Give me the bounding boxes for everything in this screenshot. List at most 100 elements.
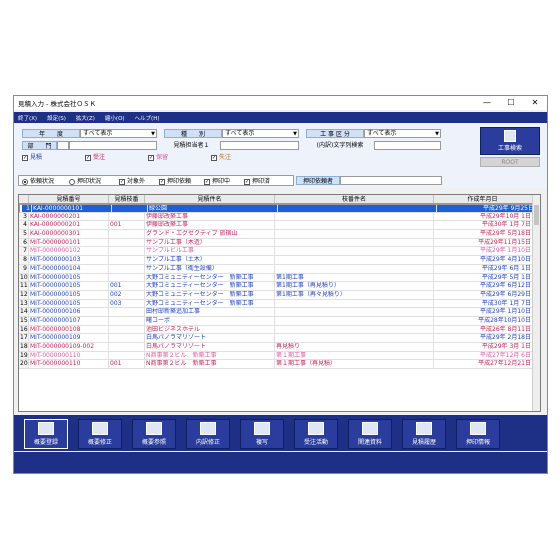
row-number: 8 [19, 256, 29, 264]
sales-activity-button[interactable]: 受注活動 [294, 419, 338, 449]
menu-zoom-out[interactable]: 縮小(O) [105, 114, 125, 122]
table-row[interactable]: 1 KAI-0000000101 緑公園 平成29年 9月25日 [19, 204, 538, 213]
cell-branch [109, 230, 145, 238]
cell-date: 平成26年 8月11日 [434, 325, 534, 334]
cell-branch [109, 316, 145, 325]
table-row[interactable]: 14 MIT-0000000106 田村邸新築追加工事 平成29年 1月10日 [19, 308, 534, 317]
cell-branch [109, 334, 145, 342]
dept-code-input[interactable] [57, 141, 69, 150]
stamp-info-button[interactable]: 押印情報 [456, 419, 500, 449]
table-row[interactable]: 12 MIT-0000000105 002 大野コミュニティーセンター 新築工事 第1期… [19, 290, 534, 300]
checkbox-icon: ✓ [159, 178, 165, 185]
table-row[interactable]: 8 MIT-0000000103 サンプル工事（土木） 平成29年 4月10日 [19, 256, 534, 265]
requester-input[interactable] [340, 176, 442, 185]
cell-branch-name: 再見積り [275, 343, 434, 351]
estimate-history-button[interactable]: 見積履歴 [402, 419, 446, 449]
breakdown-edit-button[interactable]: 内訳修正 [186, 419, 230, 449]
cell-branch [109, 264, 145, 273]
dept-name-input[interactable] [69, 141, 157, 150]
year-select[interactable]: すべて表示 ▼ [80, 129, 157, 138]
project-search-button[interactable]: 工事検索 [480, 127, 540, 155]
status-bar [14, 452, 547, 473]
check-order[interactable]: ✓ 受注 [85, 153, 105, 162]
cell-estimate-no: MIT-0000000107 [29, 316, 109, 325]
check-excluded[interactable]: ✓ 対象外 [119, 177, 145, 186]
check-stamped[interactable]: ✓ 押印済 [244, 177, 270, 186]
related-docs-button[interactable]: 関連資料 [348, 419, 392, 449]
table-row[interactable]: 3 KAI-0000000201 伊藤邸改築工事 平成29年10月 1日 [19, 212, 534, 222]
header-branch-name[interactable]: 枝番件名 [275, 195, 434, 203]
check-estimate[interactable]: ✓ 見積 [22, 153, 42, 162]
checkbox-icon: ✓ [211, 154, 217, 161]
check-hold[interactable]: ✓ 保留 [148, 153, 168, 162]
maximize-button[interactable]: ☐ [499, 96, 523, 110]
check-stamp-request[interactable]: ✓ 押印依頼 [159, 177, 191, 186]
radio-stamp-status[interactable]: 押印状況 [69, 177, 101, 186]
breakdown-icon [200, 422, 216, 435]
cell-name: 緑公園 [148, 205, 278, 212]
year-label: 年 度 [22, 129, 80, 138]
table-row[interactable]: 11 MIT-0000000105 001 大野コミュニティーセンター 新築工事 第1期… [19, 282, 534, 291]
row-number: 16 [19, 325, 29, 334]
close-button[interactable]: ✕ [523, 96, 547, 110]
menu-exit[interactable]: 終了(X) [18, 114, 37, 122]
checkbox-icon: ✓ [119, 178, 125, 185]
header-branch[interactable]: 見積枝番 [109, 195, 145, 203]
scroll-thumb[interactable] [534, 205, 539, 225]
table-row[interactable]: 10 MIT-0000000105 大野コミュニティーセンター 新築工事 第1期工事平… [19, 273, 534, 283]
type-label: 種 別 [164, 129, 222, 138]
table-row[interactable]: 19 MIT-0000000110 N商事第２ビル 新築工事 第１期工事 平成27年12… [19, 351, 534, 361]
cell-branch-name [275, 212, 434, 221]
cell-branch-name [275, 325, 434, 334]
cell-name: 田村邸新築追加工事 [145, 308, 275, 316]
cell-branch [109, 273, 145, 282]
table-row[interactable]: 18 MIT-0000000109-002 白馬パノラマリゾート 再見積り 平成29年 … [19, 343, 534, 352]
vertical-scrollbar[interactable] [532, 195, 540, 411]
table-row[interactable]: 6 MIT-0000000101 サンプル工事（木造） 平成29年11月15日 [19, 238, 534, 248]
header-estimate-no[interactable]: 見積番号 [29, 195, 109, 203]
table-row[interactable]: 17 MIT-0000000109 白馬パノラマリゾート 平成29年 2月18日 [19, 334, 534, 343]
checkbox-icon: ✓ [22, 154, 28, 161]
check-lost[interactable]: ✓ 失注 [211, 153, 231, 162]
cell-branch-name [275, 256, 434, 264]
menu-settings[interactable]: 設定(S) [47, 114, 66, 122]
row-number: 4 [19, 221, 29, 230]
table-row[interactable]: 7 MIT-0000000102 サンプルビル工事 平成29年 1月10日 [19, 247, 534, 257]
cell-estimate-no: KAI-0000000201 [29, 221, 109, 230]
row-number: 6 [19, 238, 29, 247]
cell-branch-name [275, 230, 434, 238]
dept-label: 部 門 [22, 141, 57, 150]
cell-date: 平成29年 6月 1日 [434, 264, 534, 273]
cell-branch [109, 212, 145, 221]
table-row[interactable]: 15 MIT-0000000107 曙コーポ 平成28年10月10日 [19, 316, 534, 326]
estimator-input[interactable] [220, 141, 299, 150]
inner-search-input[interactable] [374, 141, 441, 150]
search-icon [504, 130, 516, 142]
menu-zoom-in[interactable]: 拡大(Z) [76, 114, 95, 122]
cell-name: 曙コーポ [145, 316, 275, 325]
table-row[interactable]: 4 KAI-0000000201 001 伊藤邸改築工事 平成30年 1月 7日 [19, 221, 534, 231]
table-row[interactable]: 16 MIT-0000000108 池田ビジネスホテル 平成26年 8月11日 [19, 325, 534, 335]
overview-edit-button[interactable]: 概要修正 [78, 419, 122, 449]
type-select[interactable]: すべて表示 ▼ [222, 129, 299, 138]
radio-request-status[interactable]: 依頼状況 [22, 177, 54, 186]
table-row[interactable]: 20 MIT-0000000110 001 N商事第２ビル 新築工事 第１期工事（再見積… [19, 360, 534, 370]
table-row[interactable]: 5 KAI-0000000301 グランド・エグゼクティブ 旅宿山 平成29年 5月1… [19, 230, 534, 239]
table-body: 1KAI-0000000101緑公園平成29年 9月25日2KAI-000000… [19, 204, 538, 370]
cell-branch-name [275, 238, 434, 247]
table-row[interactable]: 9 MIT-0000000104 サンプル工事（衛生設備） 平成29年 6月 1日 [19, 264, 534, 274]
header-name[interactable]: 見積件名 [145, 195, 275, 203]
overview-register-button[interactable]: 概要登録 [24, 419, 68, 449]
window-title: 見積入力 - 株式会社ＯＳＫ [18, 100, 96, 108]
overview-view-button[interactable]: 概要参照 [132, 419, 176, 449]
copy-button[interactable]: 複写 [240, 419, 284, 449]
minimize-button[interactable]: — [475, 96, 499, 110]
cell-estimate-no: MIT-0000000105 [29, 273, 109, 282]
check-stamping[interactable]: ✓ 押印中 [204, 177, 230, 186]
disabled-button[interactable]: ROOT [480, 157, 540, 167]
section-select[interactable]: すべて表示 ▼ [364, 129, 441, 138]
table-row[interactable]: 13 MIT-0000000105 003 大野コミュニティーセンター 新築工事 平成3… [19, 299, 534, 309]
cell-branch-name [275, 264, 434, 273]
header-date[interactable]: 作成年月日 [434, 195, 534, 203]
menu-help[interactable]: ヘルプ(H) [135, 114, 160, 122]
